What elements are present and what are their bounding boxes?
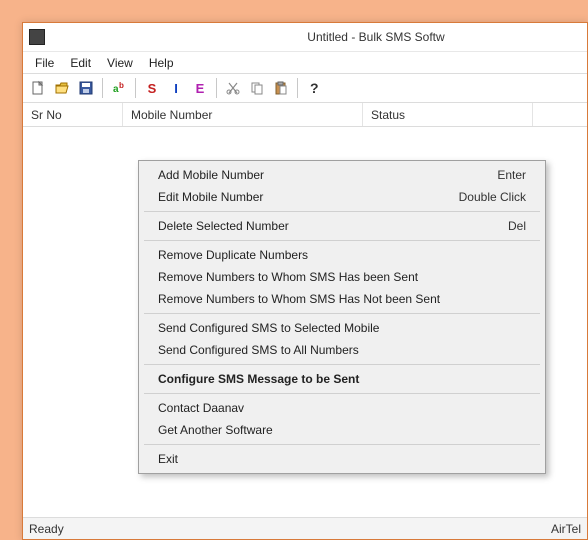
- menu-exit[interactable]: Exit: [142, 448, 542, 470]
- column-mobile-number[interactable]: Mobile Number: [123, 103, 363, 126]
- add-icon: ab: [111, 80, 127, 96]
- context-menu: Add Mobile Number Enter Edit Mobile Numb…: [138, 160, 546, 474]
- menu-view[interactable]: View: [99, 54, 141, 72]
- status-right: AirTel: [551, 522, 581, 536]
- menu-item-label: Edit Mobile Number: [158, 190, 263, 204]
- s-button[interactable]: S: [141, 77, 163, 99]
- add-number-button[interactable]: ab: [108, 77, 130, 99]
- menu-delete-selected-number[interactable]: Delete Selected Number Del: [142, 215, 542, 237]
- menu-item-label: Remove Numbers to Whom SMS Has been Sent: [158, 270, 418, 284]
- menu-item-label: Remove Duplicate Numbers: [158, 248, 308, 262]
- open-folder-icon: [54, 80, 70, 96]
- column-status[interactable]: Status: [363, 103, 533, 126]
- menu-item-label: Add Mobile Number: [158, 168, 264, 182]
- menu-item-shortcut: Enter: [497, 168, 526, 182]
- menu-remove-duplicate-numbers[interactable]: Remove Duplicate Numbers: [142, 244, 542, 266]
- paste-clipboard-icon: [273, 80, 289, 96]
- menu-item-label: Send Configured SMS to Selected Mobile: [158, 321, 379, 335]
- new-button[interactable]: [27, 77, 49, 99]
- i-button[interactable]: I: [165, 77, 187, 99]
- menu-separator: [144, 211, 540, 212]
- menu-get-another-software[interactable]: Get Another Software: [142, 419, 542, 441]
- menu-add-mobile-number[interactable]: Add Mobile Number Enter: [142, 164, 542, 186]
- paste-button[interactable]: [270, 77, 292, 99]
- menu-separator: [144, 393, 540, 394]
- menu-edit-mobile-number[interactable]: Edit Mobile Number Double Click: [142, 186, 542, 208]
- menu-remove-sent-numbers[interactable]: Remove Numbers to Whom SMS Has been Sent: [142, 266, 542, 288]
- menu-item-label: Get Another Software: [158, 423, 273, 437]
- svg-text:?: ?: [310, 80, 319, 96]
- open-button[interactable]: [51, 77, 73, 99]
- menu-item-shortcut: Del: [508, 219, 526, 233]
- menu-remove-notsent-numbers[interactable]: Remove Numbers to Whom SMS Has Not been …: [142, 288, 542, 310]
- menu-item-label: Remove Numbers to Whom SMS Has Not been …: [158, 292, 440, 306]
- menu-configure-sms[interactable]: Configure SMS Message to be Sent: [142, 368, 542, 390]
- help-question-icon: ?: [306, 80, 322, 96]
- menu-separator: [144, 444, 540, 445]
- copy-icon: [249, 80, 265, 96]
- menu-edit[interactable]: Edit: [62, 54, 99, 72]
- cut-scissors-icon: [225, 80, 241, 96]
- column-srno[interactable]: Sr No: [23, 103, 123, 126]
- toolbar-separator: [135, 78, 136, 98]
- status-left: Ready: [29, 522, 64, 536]
- toolbar-separator: [297, 78, 298, 98]
- menu-send-sms-selected[interactable]: Send Configured SMS to Selected Mobile: [142, 317, 542, 339]
- menu-bar: File Edit View Help: [23, 51, 587, 73]
- menu-item-label: Contact Daanav: [158, 401, 244, 415]
- app-icon: [29, 29, 45, 45]
- new-file-icon: [30, 80, 46, 96]
- status-bar: Ready AirTel: [23, 517, 587, 539]
- help-button[interactable]: ?: [303, 77, 325, 99]
- menu-send-sms-all[interactable]: Send Configured SMS to All Numbers: [142, 339, 542, 361]
- toolbar-separator: [216, 78, 217, 98]
- menu-help[interactable]: Help: [141, 54, 182, 72]
- e-button[interactable]: E: [189, 77, 211, 99]
- menu-file[interactable]: File: [27, 54, 62, 72]
- toolbar: ab S I E ?: [23, 73, 587, 103]
- menu-item-label: Configure SMS Message to be Sent: [158, 372, 359, 386]
- menu-item-label: Send Configured SMS to All Numbers: [158, 343, 359, 357]
- menu-item-label: Delete Selected Number: [158, 219, 289, 233]
- title-bar: Untitled - Bulk SMS Softw: [23, 23, 587, 51]
- menu-separator: [144, 240, 540, 241]
- table-header: Sr No Mobile Number Status: [23, 103, 587, 127]
- save-button[interactable]: [75, 77, 97, 99]
- menu-item-label: Exit: [158, 452, 178, 466]
- cut-button[interactable]: [222, 77, 244, 99]
- menu-item-shortcut: Double Click: [459, 190, 526, 204]
- save-disk-icon: [78, 80, 94, 96]
- menu-separator: [144, 364, 540, 365]
- window-title: Untitled - Bulk SMS Softw: [51, 30, 581, 44]
- menu-separator: [144, 313, 540, 314]
- toolbar-separator: [102, 78, 103, 98]
- menu-contact-daanav[interactable]: Contact Daanav: [142, 397, 542, 419]
- svg-text:b: b: [119, 81, 124, 90]
- copy-button[interactable]: [246, 77, 268, 99]
